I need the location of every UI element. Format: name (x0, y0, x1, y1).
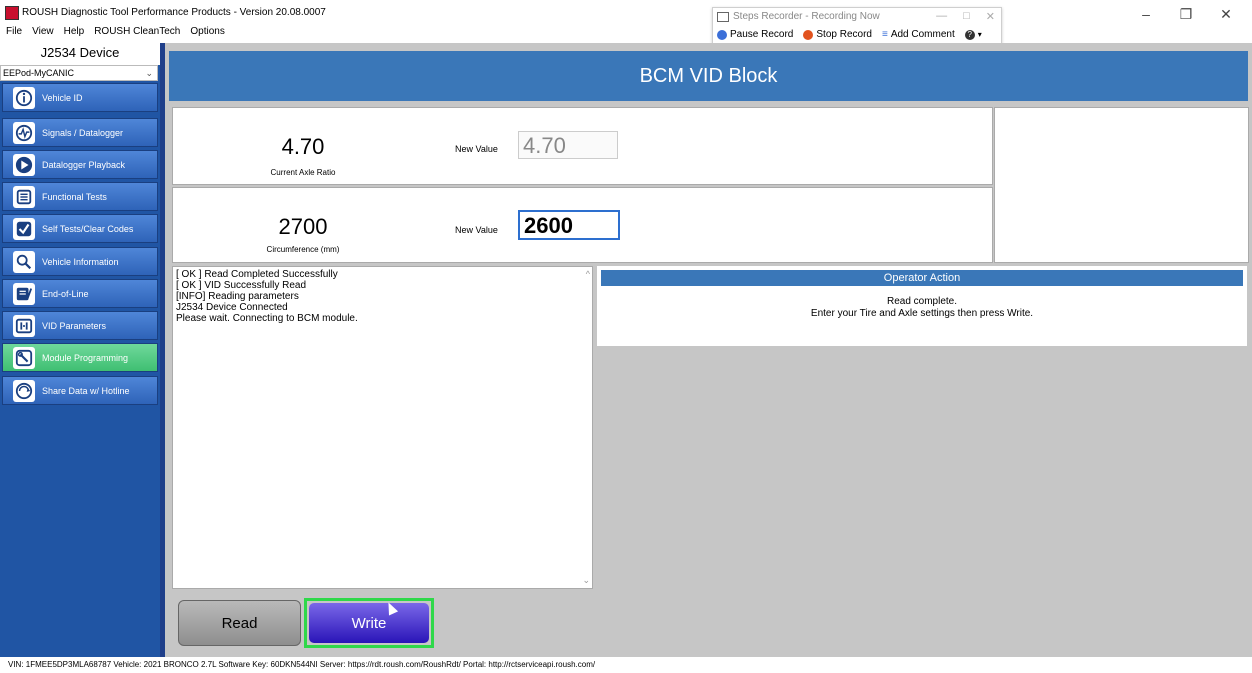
menu-bar: File View Help ROUSH CleanTech Options (0, 26, 225, 42)
window-title: ROUSH Diagnostic Tool Performance Produc… (22, 7, 326, 18)
sidebar-item-label: VID Parameters (42, 320, 107, 331)
maximize-icon[interactable]: ❐ (1166, 4, 1206, 24)
steps-recorder-title-text: Steps Recorder - Recording Now (733, 11, 880, 22)
vid-icon (13, 314, 35, 337)
end-of-line-icon (13, 282, 35, 305)
stop-icon (803, 29, 814, 40)
minimize-icon[interactable]: – (1126, 4, 1166, 24)
log-line: [ OK ] VID Successfully Read (176, 280, 307, 291)
comment-icon: ≡ (881, 29, 888, 40)
sidebar-item-module-programming[interactable]: Module Programming (2, 343, 158, 372)
sidebar-item-functional-tests[interactable]: Functional Tests (2, 182, 158, 211)
read-button[interactable]: Read (178, 600, 301, 646)
steps-recorder-controls: — □ ✕ (936, 10, 995, 23)
steps-minimize-icon[interactable]: — (936, 10, 947, 23)
sidebar-item-label: Share Data w/ Hotline (42, 385, 130, 396)
steps-maximize-icon: □ (963, 10, 970, 22)
pause-icon (717, 29, 727, 40)
operator-action-line: Read complete. (886, 296, 958, 307)
app-logo-icon (5, 6, 19, 20)
current-axle-ratio-label: Current Axle Ratio (270, 168, 336, 177)
log-line: [INFO] Reading parameters (176, 291, 299, 302)
steps-recorder-title: Steps Recorder - Recording Now (717, 11, 880, 22)
sidebar-item-end-of-line[interactable]: End-of-Line (2, 279, 158, 308)
operator-action-text: Read complete. Enter your Tire and Axle … (597, 296, 1247, 320)
axle-new-value-input: 4.70 (518, 131, 618, 159)
operator-action-header: Operator Action (601, 270, 1243, 286)
menu-options[interactable]: Options (190, 26, 224, 42)
sidebar-item-label: Functional Tests (42, 191, 107, 202)
add-comment-label: Add Comment (890, 29, 955, 40)
sidebar-item-share-data[interactable]: Share Data w/ Hotline (2, 376, 158, 405)
wrench-icon (13, 346, 35, 369)
chevron-down-icon: ▾ (977, 30, 982, 39)
sidebar-item-label: Module Programming (42, 352, 129, 363)
axle-new-value-label: New Value (455, 144, 498, 154)
steps-help-button[interactable]: ? ▾ (964, 29, 982, 40)
current-axle-ratio-value: 4.70 (281, 134, 325, 159)
sidebar-header: J2534 Device (0, 43, 160, 65)
sidebar-item-label: Vehicle ID (42, 92, 83, 103)
share-icon (13, 379, 35, 402)
window-controls: – ❐ ✕ (1126, 4, 1246, 24)
sidebar-item-vehicle-id[interactable]: Vehicle ID (2, 83, 158, 112)
pause-record-label: Pause Record (730, 29, 794, 40)
menu-roush-cleantech[interactable]: ROUSH CleanTech (94, 26, 180, 42)
log-line: J2534 Device Connected (176, 302, 288, 313)
circumference-new-value-input[interactable]: 2600 (518, 210, 620, 240)
close-icon[interactable]: ✕ (1206, 4, 1246, 24)
log-line: Please wait. Connecting to BCM module. (176, 313, 358, 324)
help-icon: ? (964, 29, 975, 40)
sidebar-item-label: Vehicle Information (42, 256, 119, 267)
sidebar-item-self-tests[interactable]: Self Tests/Clear Codes (2, 214, 158, 243)
steps-recorder-icon (717, 11, 729, 22)
scroll-down-icon[interactable]: ⌄ (582, 575, 590, 586)
menu-file[interactable]: File (6, 26, 22, 42)
info-icon (13, 86, 35, 109)
device-dropdown[interactable]: EEPod-MyCANIC ⌄ (0, 65, 158, 81)
circumference-panel: 2700 Circumference (mm) New Value 2600 (172, 187, 993, 263)
menu-view[interactable]: View (32, 26, 54, 42)
page-title: BCM VID Block (169, 51, 1248, 101)
sidebar-item-label: Signals / Datalogger (42, 127, 124, 138)
list-icon (13, 185, 35, 208)
steps-recorder-toolbar: Pause Record Stop Record ≡ Add Comment ?… (717, 29, 982, 40)
stop-record-label: Stop Record (816, 29, 872, 40)
menu-help[interactable]: Help (64, 26, 85, 42)
axle-ratio-panel: 4.70 Current Axle Ratio New Value 4.70 (172, 107, 993, 185)
device-dropdown-value: EEPod-MyCANIC (3, 68, 75, 78)
sidebar-item-vehicle-information[interactable]: Vehicle Information (2, 247, 158, 276)
sidebar-item-label: End-of-Line (42, 288, 89, 299)
scroll-up-icon[interactable]: ^ (586, 269, 590, 279)
sidebar-item-datalogger-playback[interactable]: Datalogger Playback (2, 150, 158, 179)
window-titlebar: ROUSH Diagnostic Tool Performance Produc… (0, 0, 1252, 28)
steps-recorder-window: Steps Recorder - Recording Now — □ ✕ Pau… (712, 7, 1002, 47)
current-circumference-value: 2700 (278, 214, 328, 239)
operator-action-panel: Operator Action Read complete. Enter you… (597, 266, 1247, 346)
log-line: [ OK ] Read Completed Successfully (176, 269, 338, 280)
chevron-down-icon: ⌄ (145, 68, 153, 78)
status-log[interactable]: [ OK ] Read Completed Successfully [ OK … (172, 266, 593, 589)
main-panel: BCM VID Block 4.70 Current Axle Ratio Ne… (165, 43, 1252, 657)
side-info-panel (994, 107, 1249, 263)
check-icon (13, 217, 35, 240)
steps-close-icon[interactable]: ✕ (986, 10, 995, 23)
sidebar-item-signals[interactable]: Signals / Datalogger (2, 118, 158, 147)
write-button[interactable]: Write (309, 603, 429, 643)
search-icon (13, 250, 35, 273)
sidebar-item-vid-parameters[interactable]: VID Parameters (2, 311, 158, 340)
write-button-highlight: Write (304, 598, 434, 648)
current-circumference-label: Circumference (mm) (266, 245, 340, 254)
add-comment-button[interactable]: ≡ Add Comment (882, 29, 955, 40)
stop-record-button[interactable]: Stop Record (803, 29, 872, 40)
status-bar: VIN: 1FMEE5DP3MLA68787 Vehicle: 2021 BRO… (0, 657, 1252, 673)
sidebar: J2534 Device EEPod-MyCANIC ⌄ Vehicle ID … (0, 43, 160, 657)
pause-record-button[interactable]: Pause Record (717, 29, 793, 40)
sidebar-item-label: Datalogger Playback (42, 159, 126, 170)
circumference-new-value-label: New Value (455, 225, 498, 235)
signal-icon (13, 121, 35, 144)
play-icon (13, 153, 35, 176)
sidebar-item-label: Self Tests/Clear Codes (42, 223, 134, 234)
operator-action-line: Enter your Tire and Axle settings then p… (810, 308, 1034, 319)
